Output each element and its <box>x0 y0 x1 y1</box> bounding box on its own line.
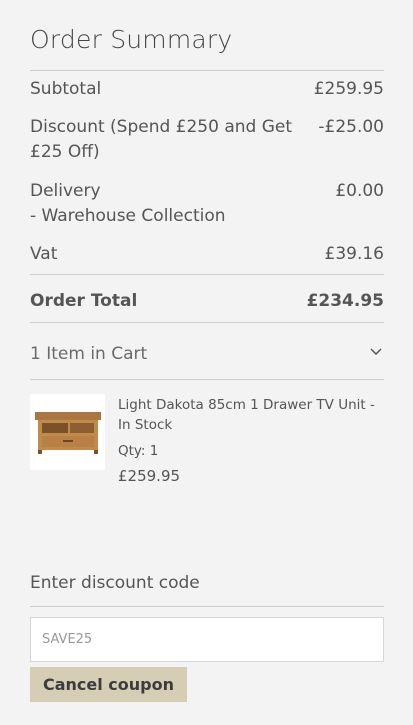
discount-code-input[interactable] <box>30 617 384 662</box>
tv-unit-thumbnail-icon <box>35 412 101 454</box>
divider <box>30 70 384 71</box>
product-price: £259.95 <box>118 467 181 485</box>
product-quantity: Qty: 1 <box>118 443 159 459</box>
product-name[interactable]: Light Dakota 85cm 1 Drawer TV Unit - In … <box>118 395 384 435</box>
divider <box>30 274 384 275</box>
delivery-value: £0.00 <box>335 181 384 201</box>
delivery-label-line2: - Warehouse Collection <box>30 206 226 226</box>
discount-label: Discount (Spend £250 and Get £25 Off) <box>30 117 293 162</box>
order-total-value: £234.95 <box>306 291 384 311</box>
page-title: Order Summary <box>30 25 233 54</box>
subtotal-label: Subtotal <box>30 79 102 99</box>
discount-value: -£25.00 <box>318 117 384 137</box>
cancel-coupon-button[interactable]: Cancel coupon <box>30 667 187 702</box>
chevron-down-icon <box>370 348 382 356</box>
subtotal-value: £259.95 <box>313 79 384 99</box>
delivery-label: Delivery - Warehouse Collection <box>30 179 226 229</box>
cart-items-toggle[interactable]: 1 Item in Cart <box>30 342 384 370</box>
divider <box>30 322 384 323</box>
order-total-label: Order Total <box>30 291 138 311</box>
delivery-label-line1: Delivery <box>30 181 101 201</box>
vat-label: Vat <box>30 244 58 264</box>
vat-value: £39.16 <box>324 244 384 264</box>
divider <box>30 379 384 380</box>
discount-code-heading[interactable]: Enter discount code <box>30 571 200 596</box>
divider <box>30 606 384 607</box>
cart-items-label: 1 Item in Cart <box>30 344 148 364</box>
product-thumbnail[interactable] <box>30 394 105 470</box>
